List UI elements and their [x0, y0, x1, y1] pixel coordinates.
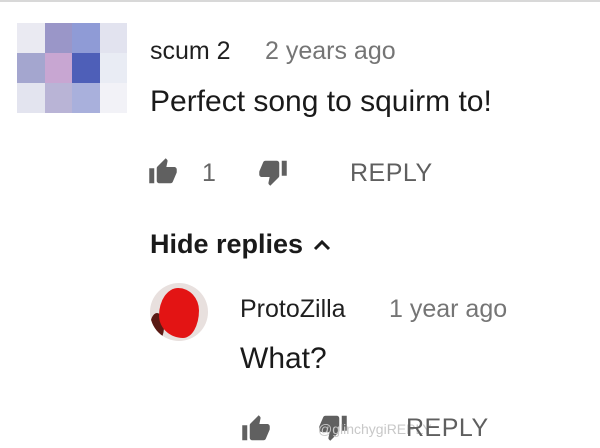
thumbs-up-icon[interactable] [148, 157, 178, 187]
reply-thumbs-up-icon[interactable] [241, 414, 271, 444]
reply-author[interactable]: ProtoZilla [240, 295, 346, 324]
thumbs-down-icon[interactable] [258, 157, 288, 187]
like-count: 1 [202, 159, 216, 187]
avatar[interactable] [17, 23, 127, 113]
hide-replies-label: Hide replies [150, 229, 304, 259]
comment-author[interactable]: scum 2 [150, 37, 231, 66]
reply-avatar[interactable] [150, 283, 208, 341]
comment-text: Perfect song to squirm to! [150, 85, 492, 118]
reply-button[interactable]: REPLY [350, 159, 433, 188]
reply-text: What? [240, 342, 327, 375]
reply-timestamp[interactable]: 1 year ago [389, 295, 507, 324]
reply-reply-button[interactable]: REPLY [406, 414, 489, 443]
hide-replies-button[interactable]: Hide replies [150, 229, 331, 260]
top-divider [0, 0, 600, 2]
chevron-up-icon [314, 239, 331, 250]
comment-timestamp[interactable]: 2 years ago [265, 37, 396, 66]
